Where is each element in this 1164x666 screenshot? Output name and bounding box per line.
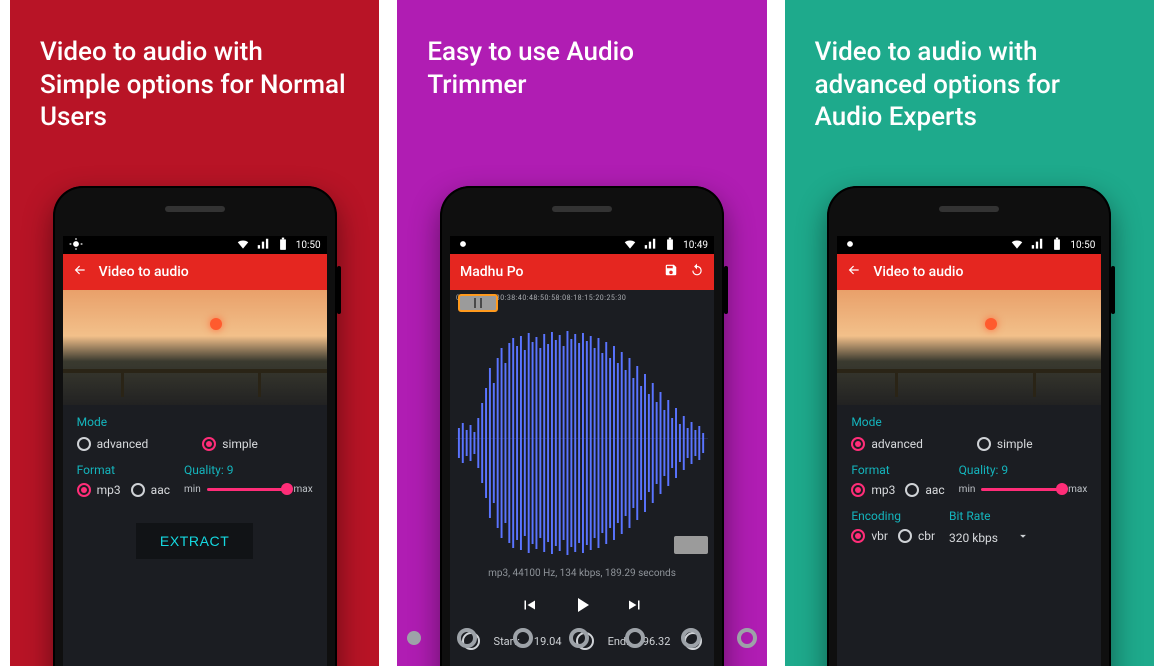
carousel-dot[interactable] <box>513 628 533 648</box>
app-bar: Video to audio <box>63 254 327 290</box>
format-label: Format <box>77 463 170 483</box>
appbar-title: Madhu Po <box>460 264 524 280</box>
app-bar: Video to audio <box>837 254 1101 290</box>
end-handle[interactable] <box>674 536 708 554</box>
encoding-label: Encoding <box>851 509 935 529</box>
carousel-indicator[interactable] <box>407 628 757 648</box>
radio-mp3[interactable]: mp3 <box>77 483 121 497</box>
battery-icon <box>276 237 290 254</box>
radio-aac[interactable]: aac <box>131 483 170 497</box>
carousel-dot[interactable] <box>625 628 645 648</box>
radio-vbr[interactable]: vbr <box>851 529 888 543</box>
back-icon[interactable] <box>73 263 87 281</box>
bitrate-label: Bit Rate <box>949 509 1087 523</box>
carousel-dot[interactable] <box>407 631 421 645</box>
radio-simple[interactable]: simple <box>977 437 1033 451</box>
appbar-title: Video to audio <box>873 264 963 280</box>
phone-screen: 10:49 Madhu Po 0:09:18:28:30:38:40:48:50… <box>450 236 714 666</box>
start-handle[interactable] <box>458 294 498 312</box>
status-bar: 10:50 <box>837 236 1101 254</box>
debug-icon <box>456 237 470 254</box>
panel-advanced: Video to audio with advanced options for… <box>785 0 1154 666</box>
mode-radio-group: advanced simple <box>837 433 1101 459</box>
radio-aac[interactable]: aac <box>905 483 944 497</box>
quality-slider[interactable]: min max <box>184 481 313 497</box>
debug-icon <box>843 237 857 254</box>
mode-radio-group: advanced simple <box>63 433 327 459</box>
play-icon[interactable] <box>570 593 594 620</box>
quality-label: Quality: 9 <box>959 463 1088 477</box>
wifi-icon <box>236 237 250 254</box>
carousel-dot[interactable] <box>457 628 477 648</box>
back-icon[interactable] <box>847 263 861 281</box>
quality-slider[interactable]: min max <box>959 481 1088 497</box>
video-preview[interactable] <box>63 290 327 405</box>
signal-icon <box>1030 237 1044 254</box>
signal-icon <box>643 237 657 254</box>
status-time: 10:49 <box>683 240 708 251</box>
debug-icon <box>69 237 83 254</box>
mode-label: Mode <box>63 405 327 433</box>
panel-simple: Video to audio with Simple options for N… <box>10 0 379 666</box>
status-time: 10:50 <box>296 240 321 251</box>
save-icon[interactable] <box>664 263 678 281</box>
mode-label: Mode <box>837 405 1101 433</box>
prev-icon[interactable] <box>520 596 538 617</box>
encoding-block: Encoding vbr cbr <box>851 509 935 543</box>
phone-screen: 10:50 Video to audio Mode advanced simpl… <box>837 236 1101 666</box>
format-block: Format mp3 aac <box>851 463 944 497</box>
quality-label: Quality: 9 <box>184 463 313 477</box>
carousel-dot[interactable] <box>737 628 757 648</box>
wifi-icon <box>623 237 637 254</box>
radio-advanced[interactable]: advanced <box>77 437 149 451</box>
extract-button[interactable]: EXTRACT <box>136 523 254 559</box>
status-bar: 10:49 <box>450 236 714 254</box>
bitrate-value[interactable]: 320 kbps <box>949 531 998 545</box>
video-preview[interactable] <box>837 290 1101 405</box>
headline: Video to audio with advanced options for… <box>815 36 1124 134</box>
battery-icon <box>663 237 677 254</box>
playback-controls <box>450 579 714 626</box>
panel-trimmer: Easy to use Audio Trimmer 10:49 Madhu Po <box>397 0 766 666</box>
app-bar: Madhu Po <box>450 254 714 290</box>
radio-advanced[interactable]: advanced <box>851 437 923 451</box>
headline: Easy to use Audio Trimmer <box>427 36 736 101</box>
bitrate-block: Bit Rate 320 kbps <box>949 509 1087 546</box>
headline: Video to audio with Simple options for N… <box>40 36 349 134</box>
radio-cbr[interactable]: cbr <box>898 529 935 543</box>
status-bar: 10:50 <box>63 236 327 254</box>
phone-frame: 10:49 Madhu Po 0:09:18:28:30:38:40:48:50… <box>440 186 724 666</box>
format-block: Format mp3 aac <box>77 463 170 497</box>
appbar-title: Video to audio <box>99 264 189 280</box>
status-time: 10:50 <box>1070 240 1095 251</box>
dropdown-icon[interactable] <box>1016 529 1030 546</box>
phone-screen: 10:50 Video to audio Mode advanced <box>63 236 327 666</box>
phone-frame: 10:50 Video to audio Mode advanced <box>53 186 337 666</box>
screenshot-gallery: Video to audio with Simple options for N… <box>0 0 1164 666</box>
radio-simple[interactable]: simple <box>202 437 258 451</box>
track-info: mp3, 44100 Hz, 134 kbps, 189.29 seconds <box>450 558 714 579</box>
carousel-dot[interactable] <box>569 628 589 648</box>
quality-block: Quality: 9 min max <box>184 463 313 497</box>
undo-icon[interactable] <box>690 263 704 281</box>
signal-icon <box>256 237 270 254</box>
wifi-icon <box>1010 237 1024 254</box>
format-label: Format <box>851 463 944 483</box>
carousel-dot[interactable] <box>681 628 701 648</box>
waveform[interactable] <box>456 328 708 558</box>
battery-icon <box>1050 237 1064 254</box>
next-icon[interactable] <box>626 596 644 617</box>
quality-block: Quality: 9 min max <box>959 463 1088 497</box>
phone-frame: 10:50 Video to audio Mode advanced simpl… <box>827 186 1111 666</box>
radio-mp3[interactable]: mp3 <box>851 483 895 497</box>
